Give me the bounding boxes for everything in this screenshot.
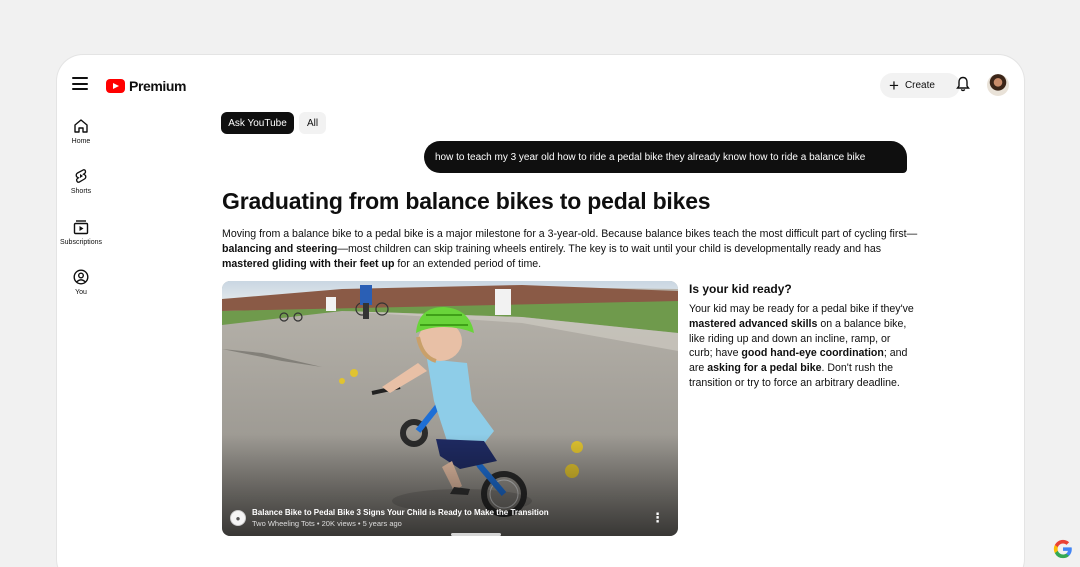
summary-text: Moving from a balance bike to a pedal bi… xyxy=(222,228,918,240)
summary-text: for an extended period of time. xyxy=(394,258,542,270)
video-thumbnail xyxy=(222,281,678,536)
meta-separator: • xyxy=(357,519,361,528)
video-age: 5 years ago xyxy=(362,519,402,528)
sidebar-item-label: Home xyxy=(71,138,91,145)
answer-title: Graduating from balance bikes to pedal b… xyxy=(222,188,711,214)
create-button[interactable]: + Create xyxy=(880,73,960,98)
shorts-icon xyxy=(75,169,87,183)
side-text: Your kid may be ready for a pedal bike i… xyxy=(689,302,914,391)
create-label: Create xyxy=(904,80,935,91)
menu-icon[interactable] xyxy=(72,77,88,91)
notifications-bell-icon[interactable] xyxy=(956,76,970,97)
video-card[interactable]: ● Balance Bike to Pedal Bike 3 Signs You… xyxy=(222,281,678,536)
user-query-bubble: how to teach my 3 year old how to ride a… xyxy=(424,141,907,173)
side-text-part: Your kid may be ready for a pedal bike i… xyxy=(689,303,914,315)
sidebar-item-subscriptions[interactable]: Subscriptions xyxy=(57,219,105,246)
meta-separator: • xyxy=(316,519,320,528)
app-window: Premium + Create Home Shorts Subscriptio… xyxy=(57,55,1024,567)
chip-ask-youtube[interactable]: Ask YouTube xyxy=(221,112,294,134)
sidebar-item-you[interactable]: You xyxy=(57,269,105,296)
carousel-indicator xyxy=(451,533,501,536)
plus-icon: + xyxy=(889,76,899,95)
answer-summary: Moving from a balance bike to a pedal bi… xyxy=(222,227,922,272)
summary-bold: mastered gliding with their feet up xyxy=(222,258,395,270)
sidebar-item-label: You xyxy=(75,289,87,296)
sidebar-item-shorts[interactable]: Shorts xyxy=(57,168,105,195)
youtube-play-icon xyxy=(106,79,125,93)
you-icon xyxy=(73,269,89,285)
video-title[interactable]: Balance Bike to Pedal Bike 3 Signs Your … xyxy=(252,508,549,517)
avatar[interactable] xyxy=(987,74,1009,96)
side-title: Is your kid ready? xyxy=(689,282,792,296)
side-text-bold: mastered advanced skills xyxy=(689,317,818,330)
video-channel[interactable]: Two Wheeling Tots xyxy=(252,519,315,528)
home-icon xyxy=(74,119,88,133)
youtube-premium-logo[interactable]: Premium xyxy=(106,78,187,94)
sidebar-item-label: Subscriptions xyxy=(59,239,103,246)
side-text-bold: good hand-eye coordination xyxy=(741,347,884,360)
sidebar-item-label: Shorts xyxy=(70,188,92,195)
more-options-icon[interactable]: ⋮ xyxy=(651,511,664,524)
video-subtitle: Two Wheeling Tots • 20K views • 5 years … xyxy=(252,519,549,528)
google-g-logo-icon xyxy=(1053,539,1072,559)
video-meta: ● Balance Bike to Pedal Bike 3 Signs You… xyxy=(230,508,670,528)
channel-icon[interactable]: ● xyxy=(230,510,246,526)
video-views: 20K views xyxy=(321,519,356,528)
chip-all[interactable]: All xyxy=(299,112,326,134)
side-text-bold: asking for a pedal bike xyxy=(707,362,822,375)
summary-bold: balancing and steering xyxy=(222,243,338,255)
sidebar-item-home[interactable]: Home xyxy=(57,118,105,145)
logo-text: Premium xyxy=(129,78,187,94)
subscriptions-icon xyxy=(73,220,89,235)
summary-text: —most children can skip training wheels … xyxy=(337,243,882,255)
